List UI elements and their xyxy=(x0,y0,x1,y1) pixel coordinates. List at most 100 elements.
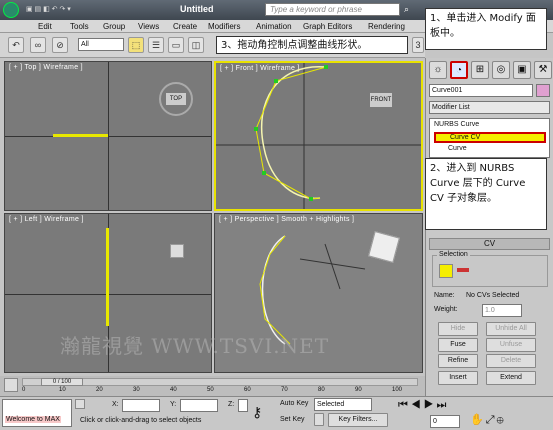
search-icon[interactable]: ⌕ xyxy=(404,4,409,15)
object-name-field[interactable]: Curve001 xyxy=(429,84,533,97)
unlink-icon[interactable]: ⊘ xyxy=(52,37,68,53)
callout-step-2: 2、进入到 NURBS Curve 层下的 Curve CV 子对象层。 xyxy=(425,158,547,230)
motion-tab-icon[interactable]: ◎ xyxy=(492,61,510,79)
selection-group: Selection xyxy=(432,251,548,287)
menu-rendering[interactable]: Rendering xyxy=(368,22,405,31)
select-object-icon[interactable]: ⬚ xyxy=(128,37,144,53)
cv-curve-select-icon[interactable] xyxy=(457,268,469,272)
curve-shape[interactable] xyxy=(106,228,109,326)
create-tab-icon[interactable]: ☼ xyxy=(429,61,447,79)
front-curve-drawing xyxy=(216,63,421,209)
timeline-tick-label: 100 xyxy=(392,387,403,393)
z-coordinate-field[interactable] xyxy=(238,399,248,412)
timeline-tick-label: 80 xyxy=(318,387,325,393)
stack-item-curve-cv[interactable]: Curve CV xyxy=(434,132,546,143)
current-frame-field[interactable]: 0 xyxy=(430,415,460,428)
menu-graph-editors[interactable]: Graph Editors xyxy=(303,22,352,31)
unfuse-button[interactable]: Unfuse xyxy=(486,338,536,352)
grid-axis xyxy=(108,62,109,210)
unhide-all-button[interactable]: Unhide All xyxy=(486,322,536,336)
quick-access-icon[interactable]: ▣ ▤ ◧ ↶ ↷ ▾ xyxy=(26,5,71,13)
maxscript-listener[interactable]: Welcome to MAX xyxy=(2,399,72,427)
timeline-tick-label: 40 xyxy=(170,387,177,393)
viewcube[interactable]: TOP xyxy=(166,93,186,105)
stack-item-curve[interactable]: Curve xyxy=(448,145,467,152)
weight-spinner[interactable]: 1.0 xyxy=(482,304,522,317)
timeline-tick-label: 60 xyxy=(244,387,251,393)
spinner-snap-icon[interactable]: 3 xyxy=(412,37,424,53)
rollout-cv-header[interactable]: CV xyxy=(429,238,550,250)
window-crossing-icon[interactable]: ◫ xyxy=(188,37,204,53)
viewcube[interactable]: FRONT xyxy=(370,93,392,107)
curve-shape[interactable] xyxy=(53,134,108,137)
utilities-tab-icon[interactable]: ⚒ xyxy=(534,61,552,79)
maxscript-welcome: Welcome to MAX xyxy=(5,416,61,423)
insert-button[interactable]: Insert xyxy=(438,371,478,385)
refine-button[interactable]: Refine xyxy=(438,354,478,368)
auto-key-button[interactable]: Auto Key xyxy=(280,400,308,407)
modifier-list-select[interactable]: Modifier List xyxy=(429,101,550,114)
menu-group[interactable]: Group xyxy=(103,22,125,31)
weight-label: Weight: xyxy=(434,306,458,313)
undo-icon[interactable]: ↶ xyxy=(8,37,24,53)
fuse-button[interactable]: Fuse xyxy=(438,338,478,352)
menu-tools[interactable]: Tools xyxy=(70,22,89,31)
delete-button[interactable]: Delete xyxy=(486,354,536,368)
y-label: Y: xyxy=(170,401,177,408)
z-label: Z: xyxy=(228,401,235,408)
menu-animation[interactable]: Animation xyxy=(256,22,292,31)
object-color-swatch[interactable] xyxy=(536,84,550,97)
selection-label: Selection xyxy=(437,251,470,258)
hierarchy-tab-icon[interactable]: ⊞ xyxy=(471,61,489,79)
callout-step-1: 1、单击进入 Modify 面板中。 xyxy=(425,8,547,50)
key-icon[interactable]: ⚷ xyxy=(252,404,262,421)
time-slider-thumb[interactable]: 0 / 100 xyxy=(41,378,83,386)
time-slider[interactable]: 0 / 100 xyxy=(22,378,418,386)
timeline-ruler: 0 10 20 30 40 50 60 70 80 90 100 xyxy=(22,387,418,395)
menu-views[interactable]: Views xyxy=(138,22,159,31)
viewcube[interactable] xyxy=(170,244,184,258)
search-input[interactable]: Type a keyword or phrase xyxy=(265,3,400,16)
playback-controls-icon[interactable]: ⏮◀▶⏭ xyxy=(398,399,449,412)
watermark: 瀚龍視覺 WWW.TSVI.NET xyxy=(60,334,330,358)
viewport-top[interactable]: [ + ] Top ] Wireframe ] TOP xyxy=(4,61,212,211)
viewport-front[interactable]: [ + ] Front ] Wireframe ] FRONT xyxy=(214,61,423,211)
timeline-tick-label: 70 xyxy=(281,387,288,393)
menu-edit[interactable]: Edit xyxy=(38,22,52,31)
viewport-nav-icon[interactable]: ✋⤢⊕ xyxy=(470,413,506,427)
select-region-icon[interactable]: ▭ xyxy=(168,37,184,53)
selection-filter-select[interactable]: All xyxy=(78,38,124,51)
timeline-tick-label: 10 xyxy=(59,387,66,393)
app-logo-icon[interactable] xyxy=(3,2,19,18)
selected-select[interactable]: Selected xyxy=(314,398,372,411)
stack-item-nurbs[interactable]: NURBS Curve xyxy=(434,121,479,128)
name-label: Name: xyxy=(434,292,455,299)
mini-curve-editor-icon[interactable] xyxy=(4,378,18,392)
key-filters-button[interactable]: Key Filters... xyxy=(328,413,388,427)
timeline: 0 / 100 0 10 20 30 40 50 60 70 80 90 100 xyxy=(0,376,425,396)
timeline-tick-label: 90 xyxy=(355,387,362,393)
timeline-tick-label: 50 xyxy=(207,387,214,393)
x-coordinate-field[interactable] xyxy=(122,399,160,412)
status-bar: Welcome to MAX X: Y: Z: Click or click-a… xyxy=(0,396,553,430)
extend-button[interactable]: Extend xyxy=(486,371,536,385)
modify-tab-icon[interactable]: ◔ xyxy=(450,61,468,79)
modifier-stack: NURBS Curve Curve CV Curve xyxy=(429,118,550,158)
cv-select-icon[interactable] xyxy=(439,264,453,278)
callout-step-3: 3、拖动角控制点调整曲线形状。 xyxy=(216,36,408,54)
name-value: No CVs Selected xyxy=(466,292,520,299)
timeline-tick-label: 0 xyxy=(22,387,26,393)
y-coordinate-field[interactable] xyxy=(180,399,218,412)
timeline-tick-label: 20 xyxy=(96,387,103,393)
link-icon[interactable]: ∞ xyxy=(30,37,46,53)
set-key-icon[interactable] xyxy=(314,413,324,426)
menu-modifiers[interactable]: Modifiers xyxy=(208,22,240,31)
lock-selection-icon[interactable] xyxy=(75,399,85,409)
x-label: X: xyxy=(112,401,119,408)
set-key-button[interactable]: Set Key xyxy=(280,416,305,423)
display-tab-icon[interactable]: ▣ xyxy=(513,61,531,79)
menu-create[interactable]: Create xyxy=(173,22,197,31)
hide-button[interactable]: Hide xyxy=(438,322,478,336)
select-by-name-icon[interactable]: ☰ xyxy=(148,37,164,53)
status-prompt: Click or click-and-drag to select object… xyxy=(80,417,202,424)
